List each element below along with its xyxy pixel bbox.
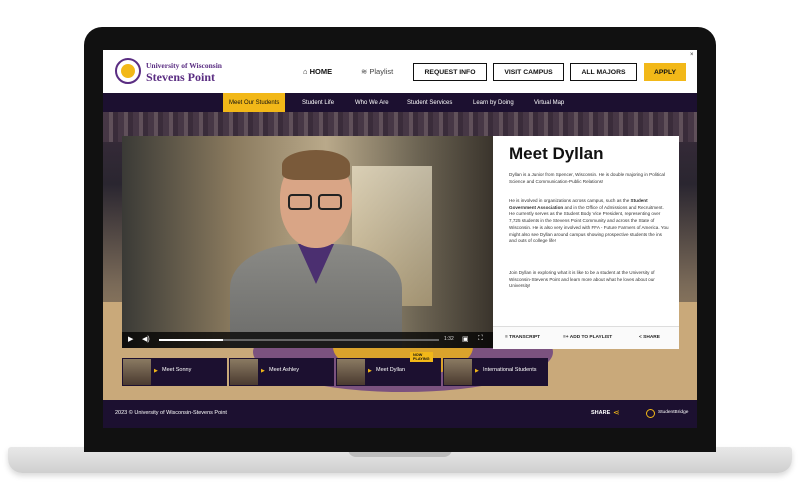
playlist-label: Playlist [369,67,394,76]
info-paragraph-3: Join Dyllan in exploring what it is like… [509,270,655,289]
hero-stage: ▶ ◀) 1:32 ▣ ⛶ Meet Dyllan Dyllan is a Ju… [103,112,697,400]
thumb-image [444,359,472,385]
laptop-screen: University of Wisconsin Stevens Point ⌂ … [103,50,697,428]
video-controls: ▶ ◀) 1:32 ▣ ⛶ [122,332,493,348]
main-nav: Meet Our Students Student Life Who We Ar… [103,93,697,112]
thumb-meet-dyllan[interactable]: ▶ Meet Dyllan [336,358,441,386]
video-progress-bar[interactable] [159,339,439,341]
site-header: University of Wisconsin Stevens Point ⌂ … [103,50,697,93]
footer-share-label[interactable]: SHARE [591,410,610,416]
thumb-international-students[interactable]: ▶ International Students [443,358,548,386]
play-icon[interactable]: ▶ [128,335,133,343]
info-actions: ≡ TRANSCRIPT ≡+ ADD TO PLAYLIST < SHARE [493,326,679,349]
nav-student-life[interactable]: Student Life [296,93,340,112]
nav-who-we-are[interactable]: Who We Are [349,93,395,112]
info-paragraph-2: He is involved in organizations across c… [509,198,669,244]
home-icon: ⌂ [303,67,308,76]
studentbridge-logo-icon [646,409,655,418]
playlist-link[interactable]: ≋ Playlist [361,67,393,76]
logo-line1[interactable]: University of Wisconsin [146,61,222,70]
add-to-playlist-button[interactable]: ≡+ ADD TO PLAYLIST [563,335,612,340]
home-link[interactable]: ⌂ HOME [303,67,332,76]
transcript-icon: ≡ [505,335,508,340]
thumb-label: Meet Dyllan [376,367,406,373]
captions-icon[interactable]: ▣ [462,335,469,343]
share-button[interactable]: < SHARE [639,335,660,340]
thumb-label: International Students [483,367,537,373]
speaker-hair [282,150,350,180]
thumb-meet-sonny[interactable]: ▶ Meet Sonny [122,358,227,386]
site-footer: 2023 © University of Wisconsin-Stevens P… [103,400,697,428]
student-info-panel: Meet Dyllan Dyllan is a Junior from Spen… [493,136,679,349]
copyright-text: 2023 © University of Wisconsin-Stevens P… [115,410,227,416]
nav-virtual-map[interactable]: Virtual Map [528,93,570,112]
student-title: Meet Dyllan [509,144,604,163]
thumb-image [123,359,151,385]
video-time: 1:32 [444,336,454,342]
share-icon[interactable]: ⋖ [613,408,620,417]
fullscreen-icon[interactable]: ⛶ [478,335,483,343]
volume-icon[interactable]: ◀) [142,335,150,343]
nav-meet-our-students[interactable]: Meet Our Students [223,93,286,112]
visit-campus-button[interactable]: VISIT CAMPUS [493,63,564,81]
apply-button[interactable]: APPLY [644,63,686,81]
video-player[interactable]: ▶ ◀) 1:32 ▣ ⛶ [122,136,493,348]
studentbridge-brand: StudentBridge [658,410,689,415]
all-majors-button[interactable]: ALL MAJORS [570,63,637,81]
playlist-icon: ≋ [361,67,368,76]
info-paragraph-1: Dyllan is a Junior from Spencer, Wiscons… [509,172,665,184]
play-icon: ▶ [475,368,479,374]
university-seal-logo[interactable] [115,58,141,84]
now-playing-badge: NOW PLAYING [410,352,433,362]
home-label: HOME [309,67,333,76]
add-playlist-icon: ≡+ [563,335,569,340]
thumb-image [337,359,365,385]
play-icon: ▶ [261,368,265,374]
logo-line2[interactable]: Stevens Point [146,70,215,85]
thumb-label: Meet Ashley [269,367,299,373]
request-info-button[interactable]: REQUEST INFO [413,63,487,81]
share-icon: < [639,335,642,340]
thumb-label: Meet Sonny [162,367,192,373]
glasses-left [288,194,312,210]
thumb-image [230,359,258,385]
nav-learn-by-doing[interactable]: Learn by Doing [467,93,520,112]
video-progress-fill [159,339,224,341]
transcript-button[interactable]: ≡ TRANSCRIPT [505,335,540,340]
nav-student-services[interactable]: Student Services [401,93,458,112]
glasses-right [318,194,342,210]
play-icon: ▶ [368,368,372,374]
thumb-meet-ashley[interactable]: ▶ Meet Ashley [229,358,334,386]
close-icon[interactable]: × [690,52,694,58]
play-icon: ▶ [154,368,158,374]
